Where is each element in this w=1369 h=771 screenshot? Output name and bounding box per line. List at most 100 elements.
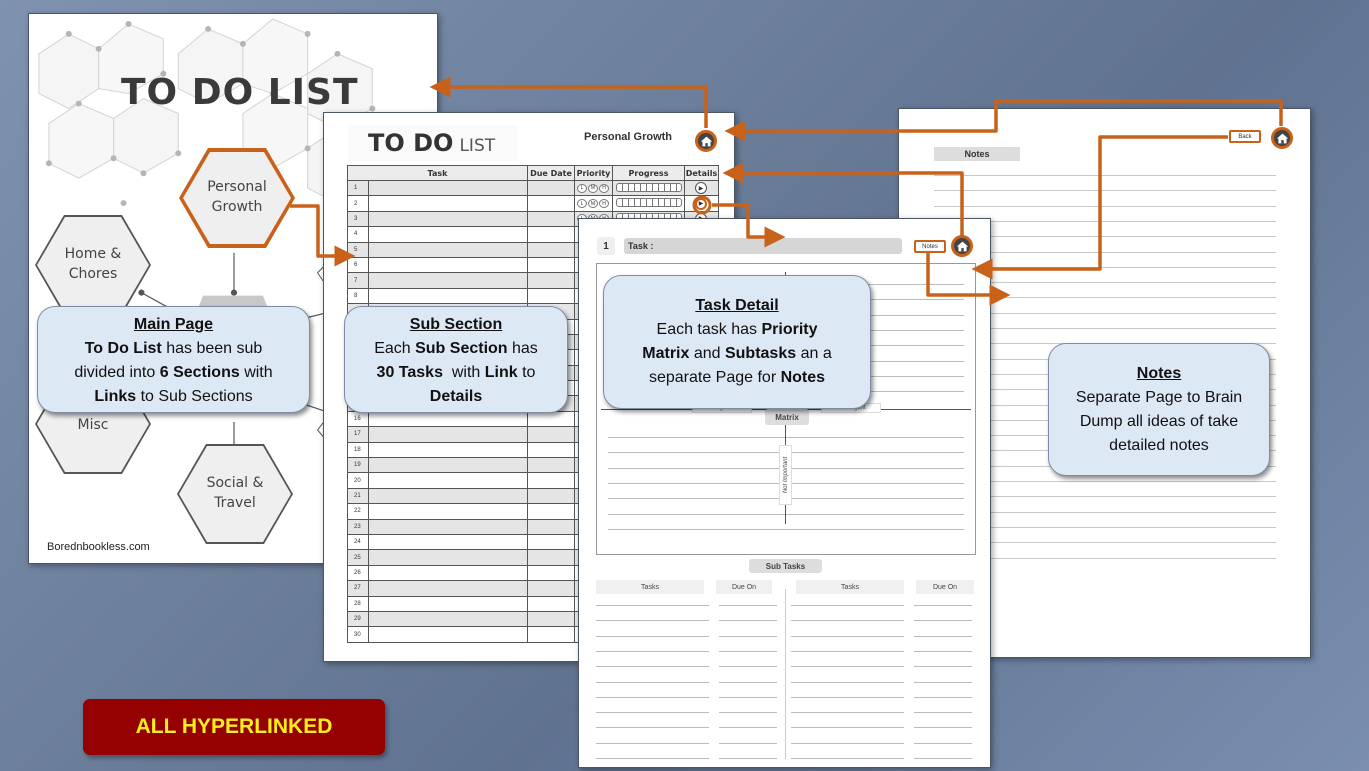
task-cell[interactable] [368, 287, 528, 305]
progress-bar[interactable] [616, 198, 682, 208]
task-cell[interactable] [368, 426, 528, 443]
task-cell[interactable] [368, 549, 528, 566]
task-cell[interactable] [368, 533, 528, 551]
subtask-line[interactable] [914, 742, 972, 744]
due-date-cell[interactable] [527, 533, 575, 551]
task-cell[interactable] [368, 518, 528, 535]
subtask-line[interactable] [914, 681, 972, 683]
home-button[interactable] [1271, 127, 1293, 149]
subtask-line[interactable] [914, 712, 972, 714]
subtask-line[interactable] [596, 681, 709, 683]
due-date-cell[interactable] [527, 256, 575, 274]
due-date-cell[interactable] [527, 441, 575, 459]
task-cell[interactable] [368, 241, 528, 258]
subtask-line[interactable] [596, 727, 709, 729]
progress-bar[interactable] [616, 182, 682, 192]
due-date-cell[interactable] [527, 457, 575, 474]
subtask-line[interactable] [791, 681, 904, 683]
task-cell[interactable] [368, 457, 528, 474]
subtask-line[interactable] [914, 605, 972, 606]
task-input[interactable]: Task : [624, 238, 902, 254]
subtask-line[interactable] [719, 681, 777, 683]
subtask-line[interactable] [719, 712, 777, 714]
subtask-line[interactable] [719, 758, 777, 759]
task-cell[interactable] [368, 272, 528, 289]
due-date-cell[interactable] [527, 226, 575, 243]
subtask-line[interactable] [791, 742, 904, 744]
subtask-line[interactable] [791, 758, 904, 759]
task-cell[interactable] [368, 410, 528, 428]
due-date-cell[interactable] [527, 564, 575, 582]
due-date-cell[interactable] [527, 272, 575, 289]
subtask-line[interactable] [914, 727, 972, 729]
subtask-line[interactable] [914, 650, 972, 652]
subtask-line[interactable] [596, 666, 709, 668]
task-cell[interactable] [368, 226, 528, 243]
task-cell[interactable] [368, 626, 528, 643]
home-button[interactable] [951, 235, 973, 257]
due-date-cell[interactable] [527, 241, 575, 258]
task-cell[interactable] [368, 210, 528, 228]
subtask-line[interactable] [914, 635, 972, 637]
subtask-line[interactable] [914, 696, 972, 698]
due-date-cell[interactable] [527, 595, 575, 612]
details-link-button[interactable]: ▶ [695, 197, 707, 210]
priority-selector[interactable]: LMH [577, 199, 609, 209]
subtask-line[interactable] [791, 696, 904, 698]
subtask-line[interactable] [719, 666, 777, 668]
subtask-line[interactable] [914, 758, 972, 759]
task-cell[interactable] [368, 441, 528, 459]
task-cell[interactable] [368, 472, 528, 489]
task-cell[interactable] [368, 256, 528, 274]
priority-option[interactable]: L [577, 183, 587, 193]
subtask-line[interactable] [719, 696, 777, 698]
priority-option[interactable]: M [588, 199, 598, 209]
task-cell[interactable] [368, 195, 528, 212]
due-date-cell[interactable] [527, 503, 575, 520]
subtask-line[interactable] [914, 666, 972, 668]
subtask-line[interactable] [719, 727, 777, 729]
task-cell[interactable] [368, 503, 528, 520]
subtask-line[interactable] [914, 620, 972, 622]
subtask-line[interactable] [596, 712, 709, 714]
subtask-line[interactable] [791, 712, 904, 714]
subtask-line[interactable] [791, 635, 904, 637]
subtask-line[interactable] [791, 605, 904, 606]
task-cell[interactable] [368, 580, 528, 597]
subtask-line[interactable] [719, 742, 777, 744]
subtask-line[interactable] [596, 605, 709, 606]
task-cell[interactable] [368, 564, 528, 582]
task-cell[interactable] [368, 610, 528, 628]
priority-option[interactable]: H [599, 199, 609, 209]
subtask-line[interactable] [791, 650, 904, 652]
due-date-cell[interactable] [527, 179, 575, 197]
due-date-cell[interactable] [527, 626, 575, 643]
due-date-cell[interactable] [527, 210, 575, 228]
due-date-cell[interactable] [527, 287, 575, 305]
due-date-cell[interactable] [527, 195, 575, 212]
due-date-cell[interactable] [527, 410, 575, 428]
due-date-cell[interactable] [527, 426, 575, 443]
subtask-line[interactable] [596, 696, 709, 698]
subtask-line[interactable] [719, 650, 777, 652]
priority-option[interactable]: L [577, 199, 587, 209]
notes-button[interactable]: Notes [914, 240, 946, 253]
priority-option[interactable]: M [588, 183, 598, 193]
task-cell[interactable] [368, 179, 528, 197]
due-date-cell[interactable] [527, 610, 575, 628]
subtask-line[interactable] [791, 620, 904, 622]
priority-option[interactable]: H [599, 183, 609, 193]
task-cell[interactable] [368, 487, 528, 505]
subtask-line[interactable] [596, 635, 709, 637]
subtask-line[interactable] [791, 666, 904, 668]
subtask-line[interactable] [596, 742, 709, 744]
subtask-line[interactable] [791, 727, 904, 729]
task-cell[interactable] [368, 595, 528, 612]
priority-selector[interactable]: LMH [577, 183, 609, 193]
due-date-cell[interactable] [527, 472, 575, 489]
home-button[interactable] [695, 130, 717, 152]
due-date-cell[interactable] [527, 580, 575, 597]
details-link-button[interactable]: ▶ [695, 182, 707, 195]
back-button[interactable]: Back [1229, 130, 1261, 143]
subtask-line[interactable] [596, 650, 709, 652]
